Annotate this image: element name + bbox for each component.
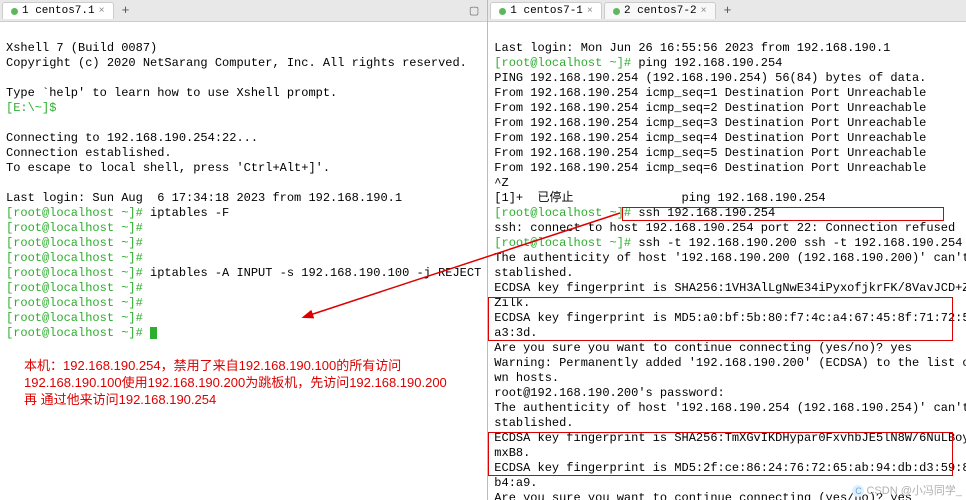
tab-centos71-right[interactable]: 1 centos7-1 × xyxy=(490,2,602,19)
line: ping 192.168.190.254 xyxy=(682,191,826,205)
cmd: ssh 192.168.190.254 xyxy=(638,206,775,220)
left-tabbar: 1 centos7.1 × + ▢ xyxy=(0,0,487,22)
prompt: [root@localhost ~]# xyxy=(6,311,150,325)
line: Connecting to 192.168.190.254:22... xyxy=(6,131,258,145)
close-icon[interactable]: × xyxy=(587,6,593,17)
line: ssh: connect to host 192.168.190.254 por… xyxy=(494,221,955,235)
line: Warning: Permanently added '192.168.190.… xyxy=(494,356,966,370)
popout-icon[interactable]: ▢ xyxy=(465,4,483,18)
line: Zilk. xyxy=(494,296,530,310)
line: [1]+ 已停止 xyxy=(494,191,573,205)
prompt: [root@localhost ~]# xyxy=(494,236,638,250)
prompt: [root@localhost ~]# xyxy=(6,206,150,220)
line: mxB8. xyxy=(494,446,530,460)
line: From 192.168.190.254 icmp_seq=1 Destinat… xyxy=(494,86,926,100)
line: The authenticity of host '192.168.190.25… xyxy=(494,401,966,415)
line: Connection established. xyxy=(6,146,172,160)
status-dot-icon xyxy=(613,8,620,15)
prompt: [root@localhost ~]# xyxy=(6,266,150,280)
line: a3:3d. xyxy=(494,326,537,340)
right-terminal[interactable]: Last login: Mon Jun 26 16:55:56 2023 fro… xyxy=(488,22,966,500)
line: ECDSA key fingerprint is MD5:a0:bf:5b:80… xyxy=(494,311,966,325)
status-dot-icon xyxy=(11,8,18,15)
cmd: ssh -t 192.168.190.200 ssh -t 192.168.19… xyxy=(638,236,962,250)
prompt: [root@localhost ~]# xyxy=(6,221,150,235)
line: Copyright (c) 2020 NetSarang Computer, I… xyxy=(6,56,467,70)
cmd: iptables -F xyxy=(150,206,229,220)
line: From 192.168.190.254 icmp_seq=4 Destinat… xyxy=(494,131,926,145)
tab-centos71-left[interactable]: 1 centos7.1 × xyxy=(2,2,114,19)
left-pane: 1 centos7.1 × + ▢ Xshell 7 (Build 0087) … xyxy=(0,0,488,500)
cursor-icon xyxy=(150,327,157,339)
right-tabbar: 1 centos7-1 × 2 centos7-2 × + xyxy=(488,0,966,22)
line: To escape to local shell, press 'Ctrl+Al… xyxy=(6,161,330,175)
line: ^Z xyxy=(494,176,508,190)
line: From 192.168.190.254 icmp_seq=2 Destinat… xyxy=(494,101,926,115)
line: stablished. xyxy=(494,266,573,280)
prompt: [E:\~]$ xyxy=(6,101,56,115)
cmd: ping 192.168.190.254 xyxy=(638,56,782,70)
line: From 192.168.190.254 icmp_seq=5 Destinat… xyxy=(494,146,926,160)
line: Are you sure you want to continue connec… xyxy=(494,341,912,355)
add-tab-button-right[interactable]: + xyxy=(718,3,738,18)
csdn-logo-icon: C xyxy=(852,485,864,497)
prompt: [root@localhost ~]# xyxy=(6,326,150,340)
tab-label: 1 centos7-1 xyxy=(510,5,583,17)
annotation-text: 本机：192.168.190.254，禁用了来自192.168.190.100的… xyxy=(24,340,447,408)
line: b4:a9. xyxy=(494,476,537,490)
line: Last login: Mon Jun 26 16:55:56 2023 fro… xyxy=(494,41,890,55)
tab-centos72-right[interactable]: 2 centos7-2 × xyxy=(604,2,716,19)
prompt: [root@localhost ~]# xyxy=(6,281,150,295)
line: The authenticity of host '192.168.190.20… xyxy=(494,251,966,265)
close-icon[interactable]: × xyxy=(99,6,105,17)
cmd: iptables -A INPUT -s 192.168.190.100 -j … xyxy=(150,266,481,280)
add-tab-button-left[interactable]: + xyxy=(116,3,136,18)
line: stablished. xyxy=(494,416,573,430)
line: ECDSA key fingerprint is MD5:2f:ce:86:24… xyxy=(494,461,966,475)
line: Are you sure you want to continue connec… xyxy=(494,491,912,500)
tab-label: 2 centos7-2 xyxy=(624,5,697,17)
prompt: [root@localhost ~]# xyxy=(494,206,638,220)
tab-label: 1 centos7.1 xyxy=(22,5,95,17)
line: ECDSA key fingerprint is SHA256:TmXGvIKD… xyxy=(494,431,966,445)
line: From 192.168.190.254 icmp_seq=3 Destinat… xyxy=(494,116,926,130)
close-icon[interactable]: × xyxy=(701,6,707,17)
prompt: [root@localhost ~]# xyxy=(6,251,150,265)
prompt: [root@localhost ~]# xyxy=(6,296,150,310)
line: root@192.168.190.200's password: xyxy=(494,386,724,400)
right-pane: 1 centos7-1 × 2 centos7-2 × + Last login… xyxy=(488,0,966,500)
line: Last login: Sun Aug 6 17:34:18 2023 from… xyxy=(6,191,402,205)
watermark: CCSDN @小冯同学_ xyxy=(852,482,962,498)
status-dot-icon xyxy=(499,8,506,15)
line: From 192.168.190.254 icmp_seq=6 Destinat… xyxy=(494,161,926,175)
line: PING 192.168.190.254 (192.168.190.254) 5… xyxy=(494,71,926,85)
line: Xshell 7 (Build 0087) xyxy=(6,41,157,55)
prompt: [root@localhost ~]# xyxy=(6,236,150,250)
watermark-text: CSDN @小冯同学_ xyxy=(866,485,962,497)
line: ECDSA key fingerprint is SHA256:1VH3AlLg… xyxy=(494,281,966,295)
prompt: [root@localhost ~]# xyxy=(494,56,638,70)
left-terminal[interactable]: Xshell 7 (Build 0087) Copyright (c) 2020… xyxy=(0,22,487,500)
annot-line: 本机：192.168.190.254，禁用了来自192.168.190.100的… xyxy=(24,358,401,373)
annot-line: 192.168.190.100使用192.168.190.200为跳板机，先访问… xyxy=(24,375,447,390)
line: wn hosts. xyxy=(494,371,559,385)
line: Type `help' to learn how to use Xshell p… xyxy=(6,86,337,100)
annot-line: 再 通过他来访问192.168.190.254 xyxy=(24,392,216,407)
